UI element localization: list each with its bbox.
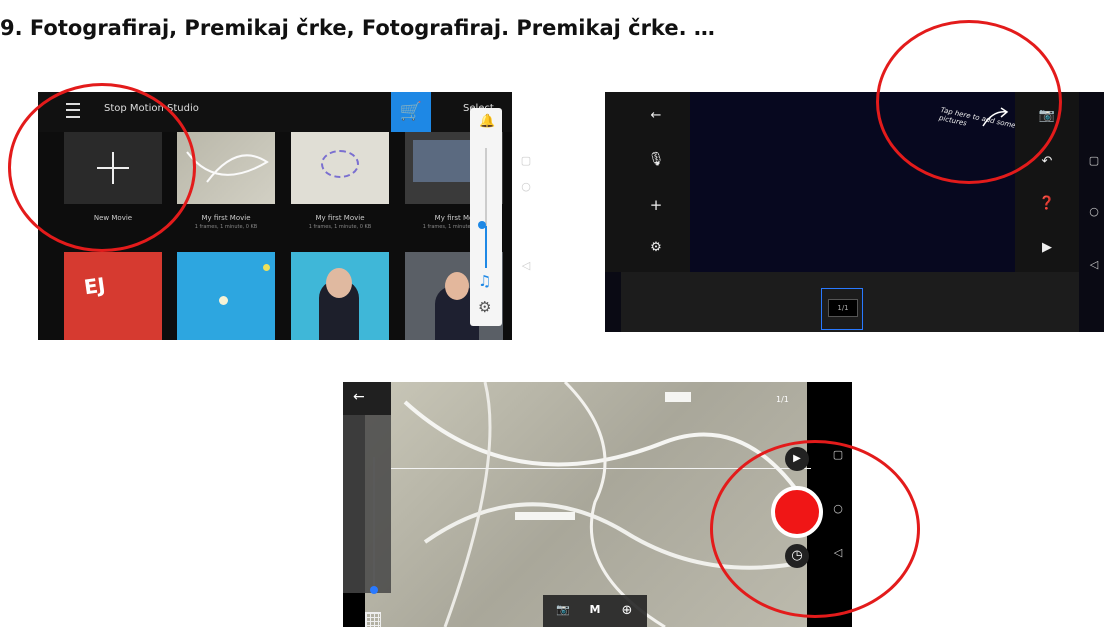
play-icon[interactable]: ▶	[1037, 240, 1057, 255]
boy-face	[445, 272, 469, 300]
frame-counter: 1/1	[776, 395, 789, 404]
side-panel: 🔔 ♫ ⚙	[470, 108, 502, 326]
zoom-panel	[343, 415, 391, 627]
square-nav-icon[interactable]: ▢	[1084, 154, 1104, 167]
cart-icon[interactable]: 🛒	[391, 92, 431, 132]
zoom-slider-track[interactable]	[373, 457, 375, 587]
back-arrow-icon[interactable]: ←	[646, 108, 666, 123]
camera-tool-bar: 📷 M ⊕	[543, 595, 647, 627]
volume-slider-fill	[485, 226, 487, 268]
zoom-slider-thumb[interactable]	[370, 586, 378, 594]
manual-mode-button[interactable]: M	[585, 603, 605, 616]
editor-left-toolbar: ← 🎙 + ⚙	[605, 92, 690, 272]
back-triangle-icon[interactable]: ◁	[1084, 258, 1104, 271]
ej-letters: EJ	[82, 272, 107, 300]
bell-icon[interactable]: 🔔	[479, 114, 495, 129]
page-heading: 9. Fotografiraj, Premikaj črke, Fotograf…	[0, 16, 715, 40]
tile-subtitle: 1 frames, 1 minute, 0 KB	[308, 224, 372, 230]
music-note-icon[interactable]: ♫	[478, 272, 491, 290]
movie-thumbnail[interactable]	[291, 132, 389, 204]
highlight-ellipse	[876, 20, 1062, 184]
movie-thumbnail[interactable]	[291, 252, 389, 340]
drawing-photo	[321, 150, 359, 178]
home-circle-icon[interactable]: ○	[1084, 205, 1104, 218]
highlight-ellipse	[710, 440, 920, 618]
ball-photo	[263, 264, 270, 271]
highlight-ellipse	[8, 83, 196, 252]
tile-label: My first Movie	[315, 214, 365, 222]
add-circle-icon[interactable]: ⊕	[617, 603, 637, 618]
movie-thumbnail[interactable]: EJ	[64, 252, 162, 340]
volume-slider-thumb[interactable]	[478, 221, 486, 229]
grid-icon[interactable]	[365, 612, 381, 627]
camera-top-bar: ←	[343, 382, 391, 415]
square-nav-icon[interactable]: ▢	[516, 154, 536, 167]
undo-icon[interactable]: ↶	[1037, 154, 1057, 169]
frame-label: 1/1	[828, 299, 858, 317]
gear-icon[interactable]: ⚙	[478, 298, 491, 316]
boy-face	[326, 268, 352, 298]
camera-icon[interactable]: 📷	[553, 603, 573, 616]
movie-thumbnail[interactable]	[177, 252, 275, 340]
microphone-icon[interactable]: 🎙	[646, 152, 666, 167]
gear-icon[interactable]: ⚙	[646, 240, 666, 255]
frame-thumbnail[interactable]: 1/1	[821, 288, 863, 330]
help-icon[interactable]: ❓	[1037, 196, 1057, 211]
back-arrow-icon[interactable]: ←	[353, 389, 365, 405]
plus-icon[interactable]: +	[646, 196, 666, 214]
tile-label: My first Movie	[201, 214, 251, 222]
ball-photo	[219, 296, 228, 305]
back-triangle-icon[interactable]: ◁	[516, 259, 536, 272]
home-circle-icon[interactable]: ○	[516, 180, 536, 193]
tile-subtitle: 1 frames, 1 minute, 0 KB	[194, 224, 258, 230]
